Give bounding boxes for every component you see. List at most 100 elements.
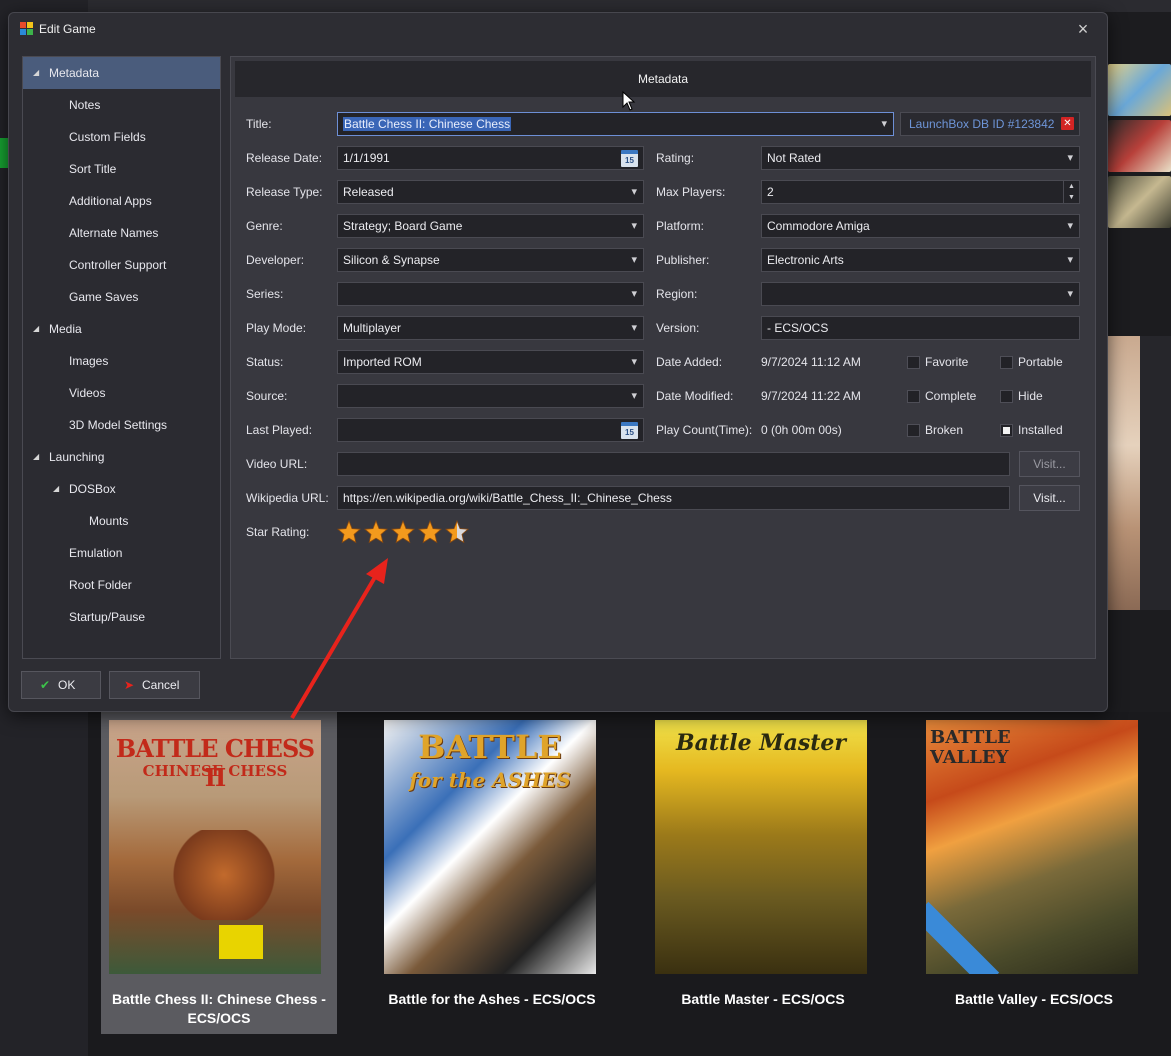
status-dropdown[interactable]: Imported ROM <box>337 350 644 374</box>
cover-dragon-art <box>169 830 279 920</box>
series-dropdown[interactable] <box>337 282 644 306</box>
max-players-stepper[interactable]: 2 ▲ ▼ <box>761 180 1080 204</box>
nav-item-root-folder[interactable]: Root Folder <box>23 569 220 601</box>
star-icon[interactable] <box>445 520 469 544</box>
nav-item-videos[interactable]: Videos <box>23 377 220 409</box>
cover-title-text: Battle Master <box>676 730 846 756</box>
calendar-icon[interactable]: 15 <box>621 422 638 439</box>
nav-item-label: Custom Fields <box>69 130 146 144</box>
platform-dropdown[interactable]: Commodore Amiga <box>761 214 1080 238</box>
nav-item-label: Emulation <box>69 546 123 560</box>
cover-publisher-logo <box>219 925 263 959</box>
game-tile-battle-master[interactable]: Battle Master Battle Master - ECS/OCS <box>645 712 881 1034</box>
cancel-button[interactable]: ➤ Cancel <box>109 671 200 699</box>
date-added-value: 9/7/2024 11:12 AM <box>761 355 861 369</box>
expander-icon[interactable]: ◢ <box>33 57 39 89</box>
cover-subtitle-text: CHINESE CHESS <box>142 762 288 780</box>
game-tile-label: Battle Valley - ECS/OCS <box>955 991 1113 1007</box>
game-tile-battle-valley[interactable]: BATTLE VALLEY Battle Valley - ECS/OCS <box>916 712 1152 1034</box>
release-type-dropdown[interactable]: Released <box>337 180 644 204</box>
source-dropdown[interactable] <box>337 384 644 408</box>
region-dropdown[interactable] <box>761 282 1080 306</box>
nav-item-custom-fields[interactable]: Custom Fields <box>23 121 220 153</box>
thumbnail <box>1108 176 1171 228</box>
title-label: Title: <box>246 117 272 131</box>
ok-label: OK <box>58 678 76 692</box>
video-visit-button[interactable]: Visit... <box>1019 451 1080 477</box>
title-bar[interactable]: Edit Game × <box>9 13 1107 45</box>
game-gallery: BATTLE CHESS II CHINESE CHESS Battle Che… <box>88 712 1171 1056</box>
nav-item-startup-pause[interactable]: Startup/Pause <box>23 601 220 633</box>
last-played-field[interactable]: 15 <box>337 418 644 442</box>
cover-title-text: BATTLE <box>418 728 562 766</box>
nav-item-label: Images <box>69 354 109 368</box>
game-cover[interactable]: Battle Master <box>655 720 867 974</box>
star-icon[interactable] <box>418 520 442 544</box>
release-date-field[interactable]: 1/1/1991 15 <box>337 146 644 170</box>
max-players-value: 2 <box>767 185 774 199</box>
play-mode-label: Play Mode: <box>246 321 307 335</box>
portable-checkbox[interactable] <box>1000 356 1013 369</box>
installed-checkbox[interactable] <box>1000 424 1013 437</box>
nav-item-launching[interactable]: ◢ Launching <box>23 441 220 473</box>
nav-item-additional-apps[interactable]: Additional Apps <box>23 185 220 217</box>
nav-item-label: Metadata <box>49 66 100 80</box>
release-date-value: 1/1/1991 <box>343 151 390 165</box>
ok-button[interactable]: ✔ OK <box>21 671 101 699</box>
version-input[interactable]: - ECS/OCS <box>761 316 1080 340</box>
edit-game-dialog: Edit Game × ◢ Metadata Notes Custom Fiel… <box>8 12 1108 712</box>
expander-icon[interactable]: ◢ <box>33 313 39 345</box>
star-rating-control[interactable] <box>337 520 477 546</box>
favorite-label: Favorite <box>925 355 969 369</box>
nav-item-dosbox[interactable]: ◢ DOSBox <box>23 473 220 505</box>
nav-item-sort-title[interactable]: Sort Title <box>23 153 220 185</box>
developer-dropdown[interactable]: Silicon & Synapse <box>337 248 644 272</box>
nav-item-game-saves[interactable]: Game Saves <box>23 281 220 313</box>
nav-item-controller-support[interactable]: Controller Support <box>23 249 220 281</box>
play-mode-dropdown[interactable]: Multiplayer <box>337 316 644 340</box>
game-cover[interactable]: BATTLE CHESS II CHINESE CHESS <box>109 720 321 974</box>
wikipedia-visit-button[interactable]: Visit... <box>1019 485 1080 511</box>
star-icon[interactable] <box>337 520 361 544</box>
game-cover[interactable]: BATTLE for the ASHES <box>384 720 596 974</box>
expander-icon[interactable]: ◢ <box>33 441 39 473</box>
cover-amiga-banner <box>926 901 1000 974</box>
favorite-checkbox[interactable] <box>907 356 920 369</box>
clear-id-icon[interactable]: ✕ <box>1061 117 1074 130</box>
wikipedia-url-input[interactable]: https://en.wikipedia.org/wiki/Battle_Che… <box>337 486 1010 510</box>
star-icon[interactable] <box>364 520 388 544</box>
calendar-icon[interactable]: 15 <box>621 150 638 167</box>
nav-item-mounts[interactable]: Mounts <box>23 505 220 537</box>
nav-item-label: Game Saves <box>69 290 139 304</box>
nav-item-label: Sort Title <box>69 162 117 176</box>
complete-checkbox[interactable] <box>907 390 920 403</box>
release-type-label: Release Type: <box>246 185 323 199</box>
video-url-input[interactable] <box>337 452 1010 476</box>
publisher-dropdown[interactable]: Electronic Arts <box>761 248 1080 272</box>
nav-item-emulation[interactable]: Emulation <box>23 537 220 569</box>
expander-icon[interactable]: ◢ <box>53 473 59 505</box>
nav-item-media[interactable]: ◢ Media <box>23 313 220 345</box>
nav-item-3d-model-settings[interactable]: 3D Model Settings <box>23 409 220 441</box>
hide-checkbox[interactable] <box>1000 390 1013 403</box>
nav-item-alternate-names[interactable]: Alternate Names <box>23 217 220 249</box>
star-icon[interactable] <box>391 520 415 544</box>
rating-dropdown[interactable]: Not Rated <box>761 146 1080 170</box>
source-label: Source: <box>246 389 288 403</box>
spin-up-icon[interactable]: ▲ <box>1064 181 1079 192</box>
release-date-label: Release Date: <box>246 151 323 165</box>
genre-dropdown[interactable]: Strategy; Board Game <box>337 214 644 238</box>
nav-item-metadata[interactable]: ◢ Metadata <box>23 57 220 89</box>
title-combobox[interactable]: Battle Chess II: Chinese Chess <box>337 112 894 136</box>
game-cover[interactable]: BATTLE VALLEY <box>926 720 1138 974</box>
game-tile-battle-chess-ii[interactable]: BATTLE CHESS II CHINESE CHESS Battle Che… <box>101 712 337 1034</box>
nav-item-images[interactable]: Images <box>23 345 220 377</box>
nav-item-label: Alternate Names <box>69 226 159 240</box>
close-icon[interactable]: × <box>1071 17 1095 41</box>
launchbox-db-id-link[interactable]: LaunchBox DB ID #123842 ✕ <box>900 112 1080 136</box>
broken-checkbox[interactable] <box>907 424 920 437</box>
spin-down-icon[interactable]: ▼ <box>1064 192 1079 203</box>
nav-item-notes[interactable]: Notes <box>23 89 220 121</box>
game-tile-battle-for-the-ashes[interactable]: BATTLE for the ASHES Battle for the Ashe… <box>374 712 610 1034</box>
nav-item-label: DOSBox <box>69 482 116 496</box>
